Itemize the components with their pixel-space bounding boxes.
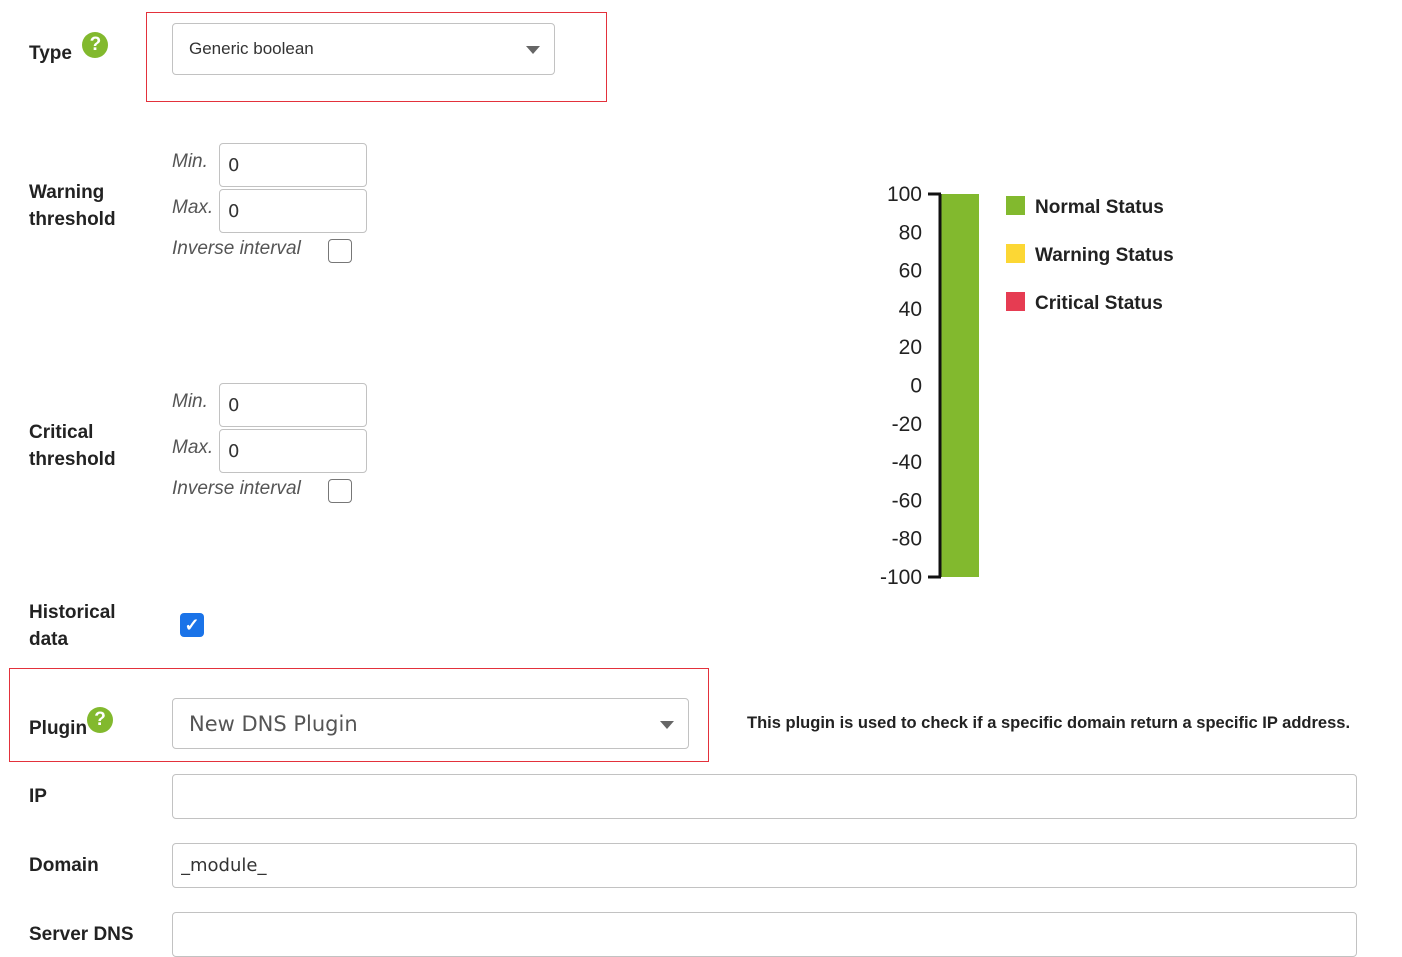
chart-band-normal (941, 194, 979, 577)
critical-max-input[interactable] (219, 429, 367, 473)
chart-y-tick-label: 100 (887, 183, 922, 206)
help-icon[interactable]: ? (87, 707, 114, 733)
critical-inverse-checkbox[interactable] (328, 479, 352, 503)
plugin-label: Plugin (29, 718, 88, 739)
type-label-group: Type ? (29, 32, 109, 67)
chart-y-tick-label: 40 (899, 298, 922, 321)
legend-label-warning: Warning Status (1035, 245, 1174, 266)
critical-inverse-label: Inverse interval (172, 478, 301, 499)
critical-max-label: Max. (172, 437, 214, 458)
plugin-select-value: New DNS Plugin (189, 711, 358, 736)
legend-swatch-normal (1006, 196, 1025, 215)
historical-data-checkbox[interactable]: ✓ (180, 613, 204, 637)
threshold-chart: 100 80 60 40 20 0 -20 -40 -60 -80 -100 Normal Statu… (880, 183, 1174, 589)
domain-label: Domain (29, 855, 99, 876)
critical-threshold-label: Critical threshold (29, 422, 116, 470)
chart-y-tick-label: 80 (899, 221, 922, 244)
server-dns-label: Server DNS (29, 924, 134, 945)
warning-max-input[interactable] (219, 189, 367, 233)
ip-input[interactable] (172, 774, 1357, 819)
historical-data-label: Historical data (29, 602, 116, 650)
legend-swatch-warning (1006, 244, 1025, 263)
chart-y-tick-label: -80 (892, 528, 922, 551)
warning-inverse-label: Inverse interval (172, 238, 301, 259)
type-select-value: Generic boolean (189, 39, 314, 58)
ip-label: IP (29, 786, 47, 807)
help-icon[interactable]: ? (82, 32, 109, 58)
warning-threshold-label: Warning threshold (29, 182, 116, 230)
server-dns-input[interactable] (172, 912, 1357, 957)
chart-y-tick-label: -100 (880, 566, 922, 589)
warning-min-label: Min. (172, 151, 208, 172)
plugin-select[interactable]: New DNS Plugin (172, 698, 689, 749)
plugin-description: This plugin is used to check if a specif… (747, 714, 1351, 732)
legend-swatch-critical (1006, 292, 1025, 311)
critical-min-input[interactable] (219, 383, 367, 427)
legend-label-normal: Normal Status (1035, 197, 1164, 218)
chart-y-tick-label: 0 (910, 375, 922, 398)
warning-min-input[interactable] (219, 143, 367, 187)
type-select[interactable]: Generic boolean (172, 23, 555, 75)
chart-y-tick-label: -40 (892, 451, 922, 474)
chart-y-tick-label: -20 (892, 413, 922, 436)
type-label: Type (29, 43, 72, 64)
chevron-down-icon (660, 721, 674, 729)
domain-input[interactable] (172, 843, 1357, 888)
critical-min-label: Min. (172, 391, 208, 412)
warning-max-label: Max. (172, 197, 214, 218)
chevron-down-icon (526, 46, 540, 54)
chart-y-tick-label: 60 (899, 260, 922, 283)
legend-label-critical: Critical Status (1035, 293, 1163, 314)
chart-y-tick-label: 20 (899, 336, 922, 359)
plugin-label-group: Plugin? (29, 707, 114, 742)
chart-y-tick-label: -60 (892, 489, 922, 512)
warning-inverse-checkbox[interactable] (328, 239, 352, 263)
